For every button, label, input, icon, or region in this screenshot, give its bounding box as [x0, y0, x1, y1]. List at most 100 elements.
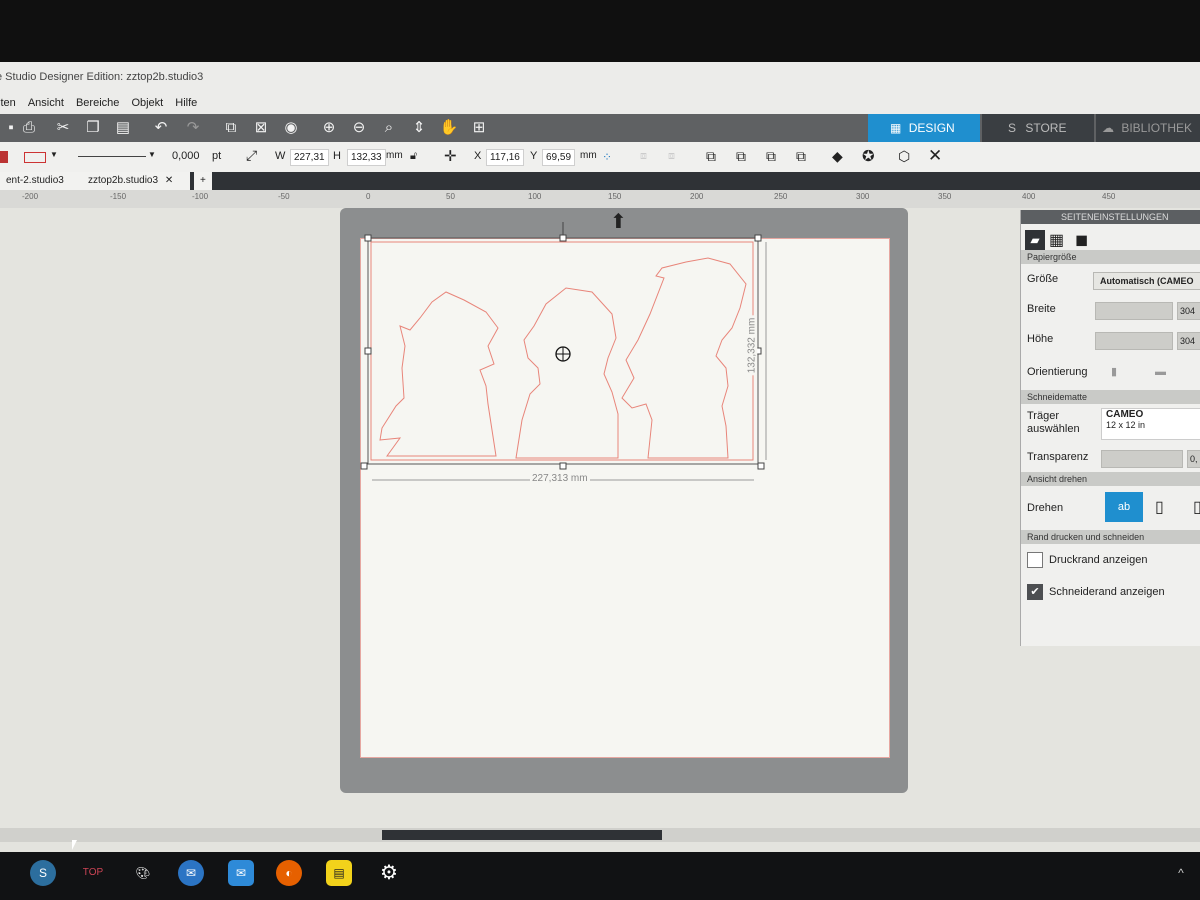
add-page-icon[interactable]: ⊞: [468, 117, 490, 139]
paint-app-icon[interactable]: 🎨︎: [130, 860, 156, 886]
paste-icon[interactable]: ▤: [112, 117, 134, 139]
flip-horizontal-icon[interactable]: ⧈: [640, 150, 647, 163]
ruler-label: 0: [366, 192, 371, 201]
grid-icon[interactable]: ▦: [1049, 230, 1064, 250]
transparency-slider[interactable]: [1101, 450, 1183, 468]
line-width-value[interactable]: 0,000: [172, 150, 200, 162]
undo-icon[interactable]: ↶: [150, 117, 172, 139]
cloud-icon: ☁: [1102, 121, 1114, 135]
fit-page-icon[interactable]: ⇕: [408, 117, 430, 139]
line-style-dropdown-icon[interactable]: ▼: [148, 150, 156, 159]
tab-document-2[interactable]: zztop2b.studio3 ✕: [82, 172, 190, 190]
x-label: X: [474, 150, 482, 162]
cut-border-row[interactable]: ✔ Schneiderand anzeigen: [1021, 576, 1200, 608]
tab-library-label: BIBLIOTHEK: [1121, 121, 1193, 135]
tab-document-1[interactable]: ent-2.studio3 ✕: [0, 172, 82, 204]
application-window: e Studio Designer Edition: zztop2b.studi…: [0, 62, 1200, 852]
pan-hand-icon[interactable]: ✋: [438, 117, 460, 139]
mail-app-icon[interactable]: ✉: [228, 860, 254, 886]
favorite-star-icon[interactable]: ✪: [862, 147, 875, 165]
height-value[interactable]: 304: [1177, 332, 1200, 350]
send-to-back-icon[interactable]: ⧉: [796, 148, 806, 165]
width-value[interactable]: 304: [1177, 302, 1200, 320]
menu-hilfe[interactable]: Hilfe: [175, 92, 197, 114]
page-settings-panel: SEITENEINSTELLUNGEN ▰ ▦ ◼ Papiergröße Gr…: [1020, 210, 1200, 646]
settings-gear-icon[interactable]: ⚙: [376, 860, 402, 886]
group-icon[interactable]: ⧉: [220, 117, 242, 139]
title-bar: e Studio Designer Edition: zztop2b.studi…: [0, 62, 1200, 92]
close-tab-icon[interactable]: ✕: [165, 175, 173, 186]
fill-color-swatch[interactable]: [0, 151, 8, 163]
horizontal-scrollbar[interactable]: [0, 828, 1200, 842]
width-input[interactable]: 227,31: [290, 149, 329, 166]
carrier-select[interactable]: CAMEO 12 x 12 in: [1101, 408, 1200, 440]
page-icon[interactable]: ▰: [1025, 230, 1045, 250]
lock-ratio-icon[interactable]: 🔓︎: [410, 150, 417, 163]
zoom-selection-icon[interactable]: ⌕: [378, 117, 400, 139]
carrier-label-2: auswählen: [1027, 423, 1080, 435]
cut-icon[interactable]: ✂: [52, 117, 74, 139]
add-tab-button[interactable]: +: [194, 172, 212, 190]
top-app-icon[interactable]: TOP: [80, 860, 106, 886]
fill-bucket-icon[interactable]: ◆: [832, 148, 843, 165]
rotate-90-icon[interactable]: ▯: [1155, 486, 1164, 530]
tab-design[interactable]: ▦ DESIGN: [868, 114, 980, 142]
y-input[interactable]: 69,59: [542, 149, 576, 166]
menu-bereiche[interactable]: Bereiche: [76, 92, 119, 114]
bring-to-front-icon[interactable]: ⧉: [706, 148, 716, 165]
chevron-up-icon[interactable]: ^: [1168, 860, 1194, 886]
paper-size-select[interactable]: Automatisch (CAMEO: [1093, 272, 1200, 290]
flip-vertical-icon[interactable]: ⧈: [668, 150, 675, 163]
width-slider[interactable]: [1095, 302, 1173, 320]
print-icon[interactable]: ⎙: [18, 117, 40, 139]
rotate-row: Drehen ab ▯ ▯: [1021, 486, 1200, 530]
ruler-label: 50: [446, 192, 455, 201]
scrollbar-thumb[interactable]: [382, 830, 662, 840]
resize-handle: [757, 462, 765, 470]
height-input[interactable]: 132,33: [347, 149, 386, 166]
print-border-checkbox[interactable]: [1027, 552, 1043, 569]
bring-forward-icon[interactable]: ⧉: [736, 148, 746, 165]
resize-handle: [559, 462, 567, 470]
zoom-out-icon[interactable]: ⊖: [348, 117, 370, 139]
rotate-0-button[interactable]: ab: [1105, 492, 1143, 522]
landscape-icon[interactable]: ▬: [1155, 354, 1166, 390]
cut-border-checkbox[interactable]: ✔: [1027, 584, 1043, 601]
sticky-notes-icon[interactable]: ▤: [326, 860, 352, 886]
height-row: Höhe 304: [1021, 324, 1200, 354]
window-title: e Studio Designer Edition: zztop2b.studi…: [0, 71, 204, 83]
ruler-label: -200: [22, 192, 39, 201]
silhouette-studio-icon[interactable]: S: [30, 860, 56, 886]
carrier-label-1: Träger: [1027, 410, 1059, 422]
line-color-swatch[interactable]: [24, 152, 46, 163]
select-all-icon[interactable]: ◉: [280, 117, 302, 139]
anchor-grid-icon[interactable]: ⁘: [602, 150, 612, 164]
portrait-icon[interactable]: ▮: [1111, 354, 1117, 390]
position-unit: mm: [580, 150, 597, 161]
ruler-label: 350: [938, 192, 952, 201]
transparency-value[interactable]: 0,: [1187, 450, 1200, 468]
firefox-icon[interactable]: ◐: [276, 860, 302, 886]
move-icon: ✛: [444, 148, 457, 165]
width-dimension-label: 227,313 mm: [530, 473, 590, 484]
height-slider[interactable]: [1095, 332, 1173, 350]
menu-ansicht[interactable]: Ansicht: [28, 92, 64, 114]
send-backward-icon[interactable]: ⧉: [766, 148, 776, 165]
rotate-180-icon[interactable]: ▯: [1193, 486, 1200, 530]
close-icon[interactable]: ✕: [928, 146, 942, 166]
registration-marks-icon[interactable]: ◼: [1075, 230, 1088, 250]
thunderbird-icon[interactable]: ✉: [178, 860, 204, 886]
menu-datei[interactable]: iten: [0, 92, 16, 114]
x-input[interactable]: 117,16: [486, 149, 524, 166]
menu-objekt[interactable]: Objekt: [131, 92, 163, 114]
line-color-dropdown-icon[interactable]: ▼: [50, 150, 58, 159]
zoom-in-icon[interactable]: ⊕: [318, 117, 340, 139]
redo-icon[interactable]: ↷: [182, 117, 204, 139]
tab-store[interactable]: S STORE: [982, 114, 1094, 142]
copy-icon[interactable]: ❐: [82, 117, 104, 139]
print-border-row[interactable]: Druckrand anzeigen: [1021, 544, 1200, 576]
carrier-row: Träger auswählen CAMEO 12 x 12 in: [1021, 404, 1200, 442]
tab-library[interactable]: ☁ BIBLIOTHEK: [1096, 114, 1200, 142]
3d-box-icon[interactable]: ⬡: [898, 148, 910, 165]
ungroup-icon[interactable]: ⊠: [250, 117, 272, 139]
